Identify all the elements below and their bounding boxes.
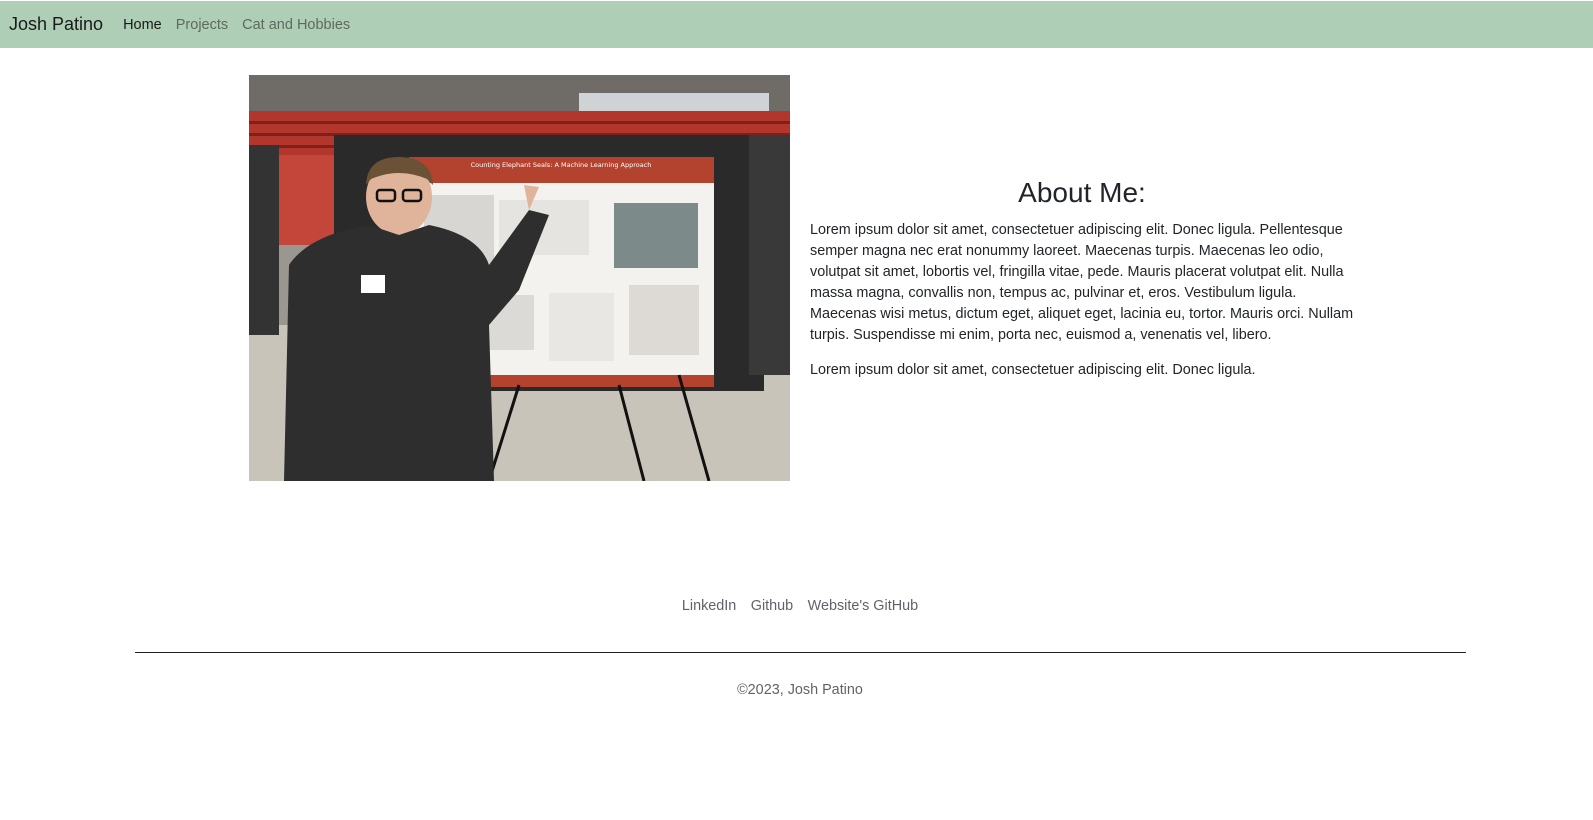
navbar: Josh Patino Home Projects Cat and Hobbie…: [0, 1, 1593, 48]
footer-links: LinkedIn Github Website's GitHub: [0, 597, 1593, 615]
about-paragraph-2: Lorem ipsum dolor sit amet, consectetuer…: [810, 362, 1256, 378]
footer-link-linkedin[interactable]: LinkedIn: [682, 598, 736, 614]
profile-photo: Counting Elephant Seals: A Machine Learn…: [249, 75, 790, 481]
footer-link-github[interactable]: Github: [751, 598, 793, 614]
about-heading: About Me:: [1018, 177, 1146, 208]
footer-link-website-github[interactable]: Website's GitHub: [808, 598, 918, 614]
nav-link-projects[interactable]: Projects: [176, 17, 228, 33]
copyright-text: ©2023, Josh Patino: [737, 682, 863, 698]
nav-link-home[interactable]: Home: [123, 17, 162, 33]
about-section: About Me: Lorem ipsum dolor sit amet, co…: [810, 175, 1354, 395]
poster-title: Counting Elephant Seals: A Machine Learn…: [471, 161, 652, 169]
about-paragraph-1: Lorem ipsum dolor sit amet, consectetuer…: [810, 222, 1354, 343]
nav-link-cat-and-hobbies[interactable]: Cat and Hobbies: [242, 17, 350, 33]
footer-divider: [135, 652, 1466, 653]
brand-link[interactable]: Josh Patino: [9, 14, 103, 35]
